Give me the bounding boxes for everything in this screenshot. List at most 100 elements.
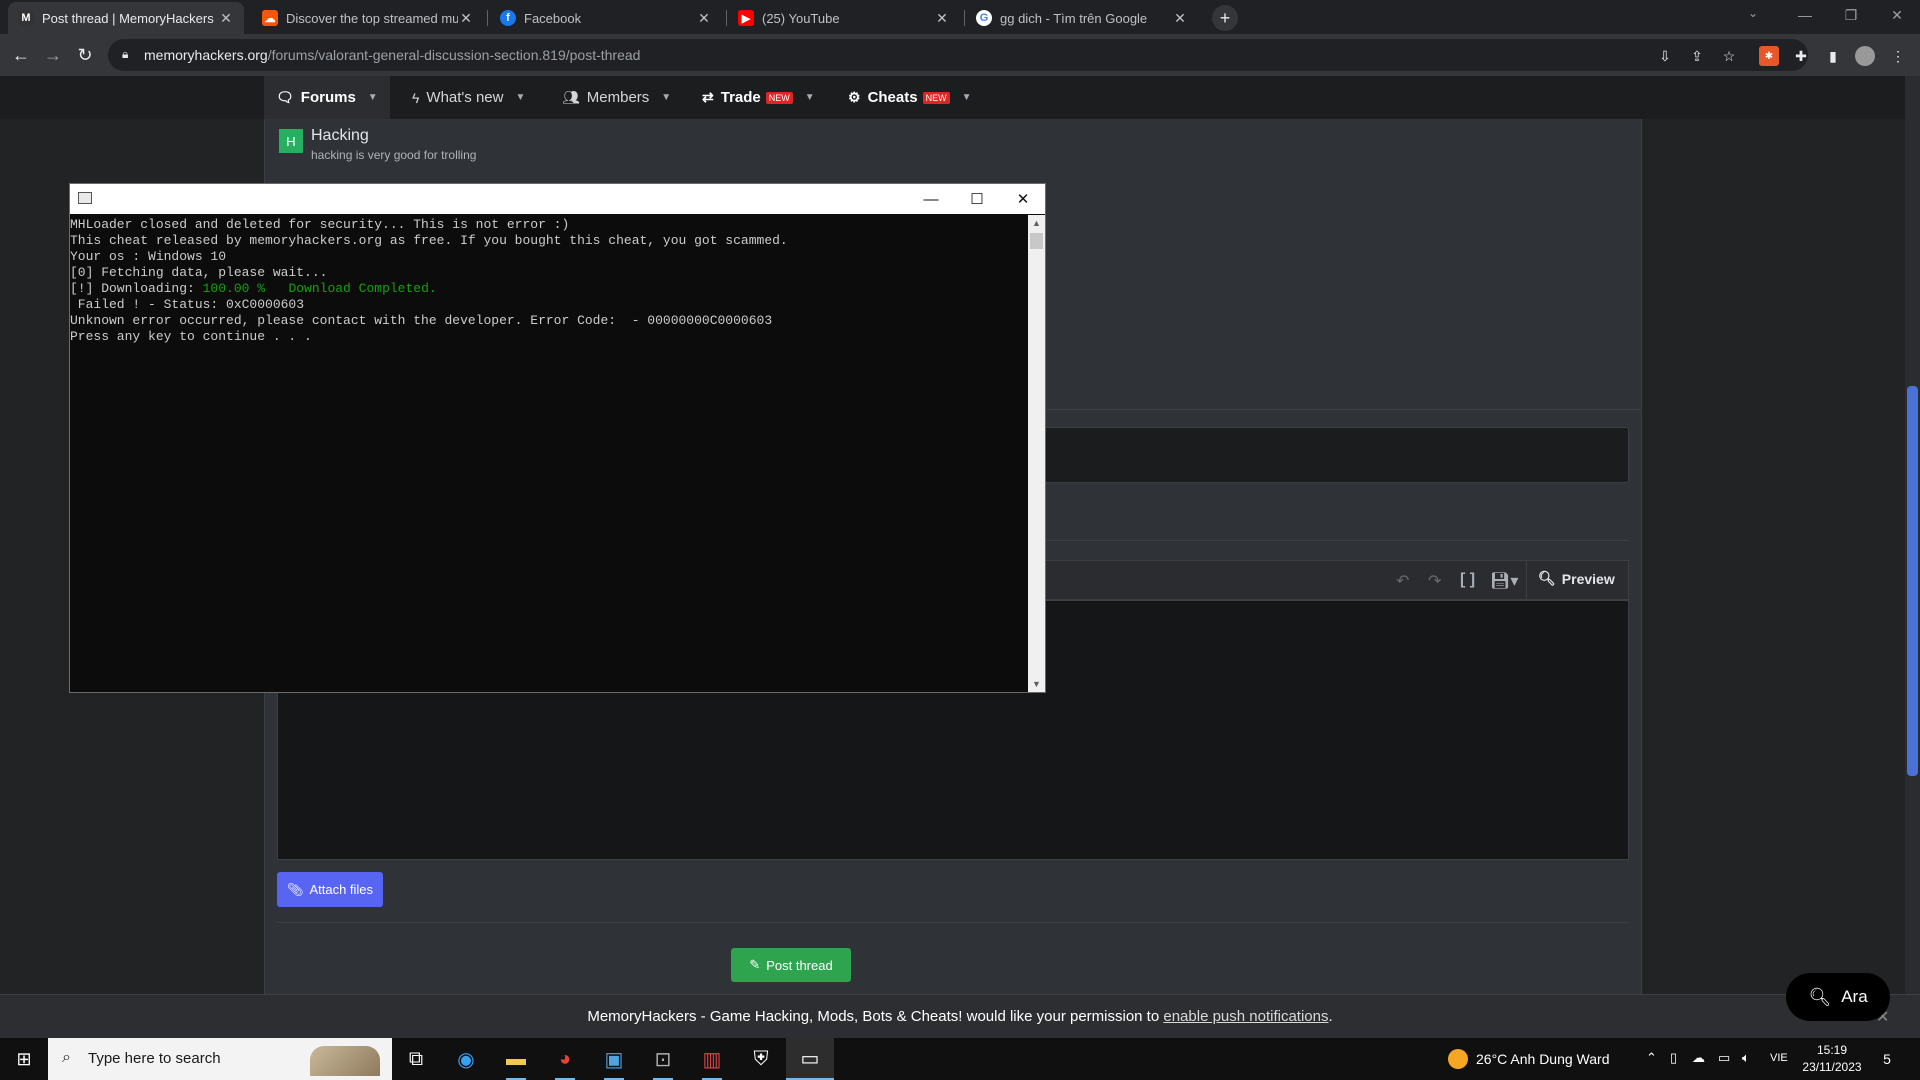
taskbar-search-placeholder: Type here to search [88,1050,221,1067]
edge-icon[interactable]: ◉ [442,1038,490,1080]
close-tab-icon[interactable]: ✕ [1172,10,1188,27]
chevron-down-icon[interactable]: ▼ [962,92,972,103]
page-scrollbar-thumb[interactable] [1907,386,1918,776]
network-icon[interactable]: ▭ [1718,1050,1730,1066]
notification-center-icon[interactable]: 5 [1876,1048,1898,1070]
search-icon: 🔍︎ [1808,986,1832,1007]
app-icon[interactable]: ▣ [590,1038,638,1080]
profile-avatar[interactable] [1855,46,1875,66]
search-icon: ⌕ [62,1049,71,1066]
redo-icon[interactable]: ↷ [1428,571,1441,591]
winrar-icon[interactable]: ▥ [688,1038,736,1080]
undo-icon[interactable]: ↶ [1396,571,1409,591]
side-panel-icon[interactable]: ▮ [1823,46,1843,66]
weather-widget[interactable]: 26°C Anh Dung Ward [1448,1049,1610,1069]
security-shield-icon[interactable]: ⛨ [737,1038,785,1080]
camera-icon[interactable]: ▯ [1670,1050,1677,1066]
terminal-icon[interactable]: ▭ [786,1038,834,1080]
console-maximize-icon[interactable]: ☐ [954,184,1000,214]
tab-youtube[interactable]: ▶ (25) YouTube ✕ [728,2,960,34]
app-icon[interactable]: ⊡ [639,1038,687,1080]
drafts-icon[interactable]: 💾︎▾ [1490,571,1518,591]
preview-label: Preview [1561,570,1615,587]
push-notification-message: MemoryHackers - Game Hacking, Mods, Bots… [587,1008,1164,1025]
console-close-icon[interactable]: ✕ [1000,184,1046,214]
url-text[interactable]: memoryhackers.org/forums/valorant-genera… [144,47,640,63]
console-line: Press any key to continue . . . [70,329,312,344]
extensions-puzzle-icon[interactable]: ✚ [1791,46,1811,66]
download-completed: Download Completed. [288,281,437,296]
tab-soundcloud[interactable]: ☁ Discover the top streamed musi ✕ [252,2,484,34]
post-thread-button[interactable]: ✎ Post thread [731,948,851,982]
install-app-icon[interactable]: ⇩ [1655,46,1675,66]
tab-google[interactable]: G gg dich - Tìm trên Google ✕ [966,2,1198,34]
nav-whats-new[interactable]: ϟ What's new ▼ [400,76,537,119]
close-tab-icon[interactable]: ✕ [218,10,234,27]
post-thread-label: Post thread [766,957,833,973]
push-notification-text: MemoryHackers - Game Hacking, Mods, Bots… [0,1008,1920,1025]
attach-files-button[interactable]: 📎︎ Attach files [277,872,383,907]
nav-forums[interactable]: 🗨︎ Forums ▼ [264,76,390,119]
chevron-down-icon[interactable]: ▼ [805,92,815,103]
chevron-down-icon[interactable]: ▼ [368,92,378,103]
close-tab-icon[interactable]: ✕ [696,10,712,27]
console-minimize-icon[interactable]: — [908,184,954,214]
reload-icon[interactable]: ↻ [72,42,98,68]
task-view-icon[interactable]: ⧉ [392,1038,440,1080]
chevron-down-icon[interactable]: ▼ [661,92,671,103]
restore-window-icon[interactable]: ❐ [1828,0,1874,30]
onedrive-icon[interactable]: ☁ [1692,1050,1705,1066]
scroll-up-icon[interactable]: ▲ [1028,215,1045,231]
paperclip-icon: 📎︎ [286,881,304,897]
address-bar[interactable]: 🔒︎ memoryhackers.org/forums/valorant-gen… [108,39,1808,71]
console-line: [0] Fetching data, please wait... [70,265,328,280]
share-icon[interactable]: ⇪ [1687,46,1707,66]
file-explorer-icon[interactable]: ▬ [492,1038,540,1080]
chrome-menu-icon[interactable]: ⋮ [1888,46,1908,66]
nav-trade[interactable]: ⇄ Trade NEW ▼ [690,76,827,119]
console-titlebar[interactable]: — ☐ ✕ [70,184,1045,214]
nav-members[interactable]: 👥︎ Members ▼ [550,76,683,119]
minimize-window-icon[interactable]: — [1782,0,1828,30]
notification-count: 5 [1883,1051,1891,1067]
back-icon[interactable]: ← [8,42,34,68]
forward-icon[interactable]: → [40,42,66,68]
bbcode-toggle-icon[interactable]: [ ] [1460,571,1475,589]
windows-start-icon[interactable]: ⊞ [0,1038,48,1080]
users-icon: 👥︎ [562,89,580,105]
volume-icon[interactable]: 🔈︎ [1742,1050,1750,1066]
new-tab-button[interactable]: + [1212,5,1238,31]
system-clock[interactable]: 15:19 23/11/2023 [1796,1042,1868,1076]
download-percent: 100.00 % [202,281,266,296]
tab-post-thread[interactable]: M Post thread | MemoryHackers - G ✕ [8,2,244,34]
console-output[interactable]: MHLoader closed and deleted for security… [70,215,1026,692]
search-button[interactable]: 🔍︎ Ara [1786,973,1890,1021]
taskbar-search-box[interactable]: ⌕ Type here to search [48,1038,392,1080]
chrome-icon[interactable]: ◕ [541,1038,589,1080]
console-scrollbar-thumb[interactable] [1030,233,1043,249]
bookmark-star-icon[interactable]: ☆ [1719,46,1739,66]
preview-icon: 🔍︎ [1538,570,1556,586]
chevron-up-icon[interactable]: ⌃ [1646,1050,1657,1066]
scroll-down-icon[interactable]: ▼ [1028,676,1045,692]
extension-icon[interactable]: ✱ [1759,46,1779,66]
language-indicator[interactable]: VIE [1770,1052,1788,1064]
lock-icon[interactable]: 🔒︎ [122,47,128,62]
tab-facebook[interactable]: f Facebook ✕ [490,2,722,34]
close-window-icon[interactable]: ✕ [1874,0,1920,30]
tab-separator [964,10,965,26]
tab-separator [726,10,727,26]
nav-whats-new-label: What's new [426,89,504,106]
attach-files-label: Attach files [309,882,374,897]
close-tab-icon[interactable]: ✕ [934,10,950,27]
enable-push-link[interactable]: enable push notifications [1163,1008,1328,1025]
tab-search-icon[interactable]: ⌄ [1748,6,1758,20]
console-scrollbar[interactable]: ▲ ▼ [1028,215,1045,692]
close-tab-icon[interactable]: ✕ [458,10,474,27]
forum-title[interactable]: Hacking [311,127,369,145]
console-window[interactable]: — ☐ ✕ MHLoader closed and deleted for se… [69,183,1046,693]
nav-cheats[interactable]: ⚙ Cheats NEW ▼ [836,76,984,119]
url-host: memoryhackers.org [144,47,268,63]
chevron-down-icon[interactable]: ▼ [515,92,525,103]
preview-button[interactable]: 🔍︎ Preview [1538,570,1615,587]
